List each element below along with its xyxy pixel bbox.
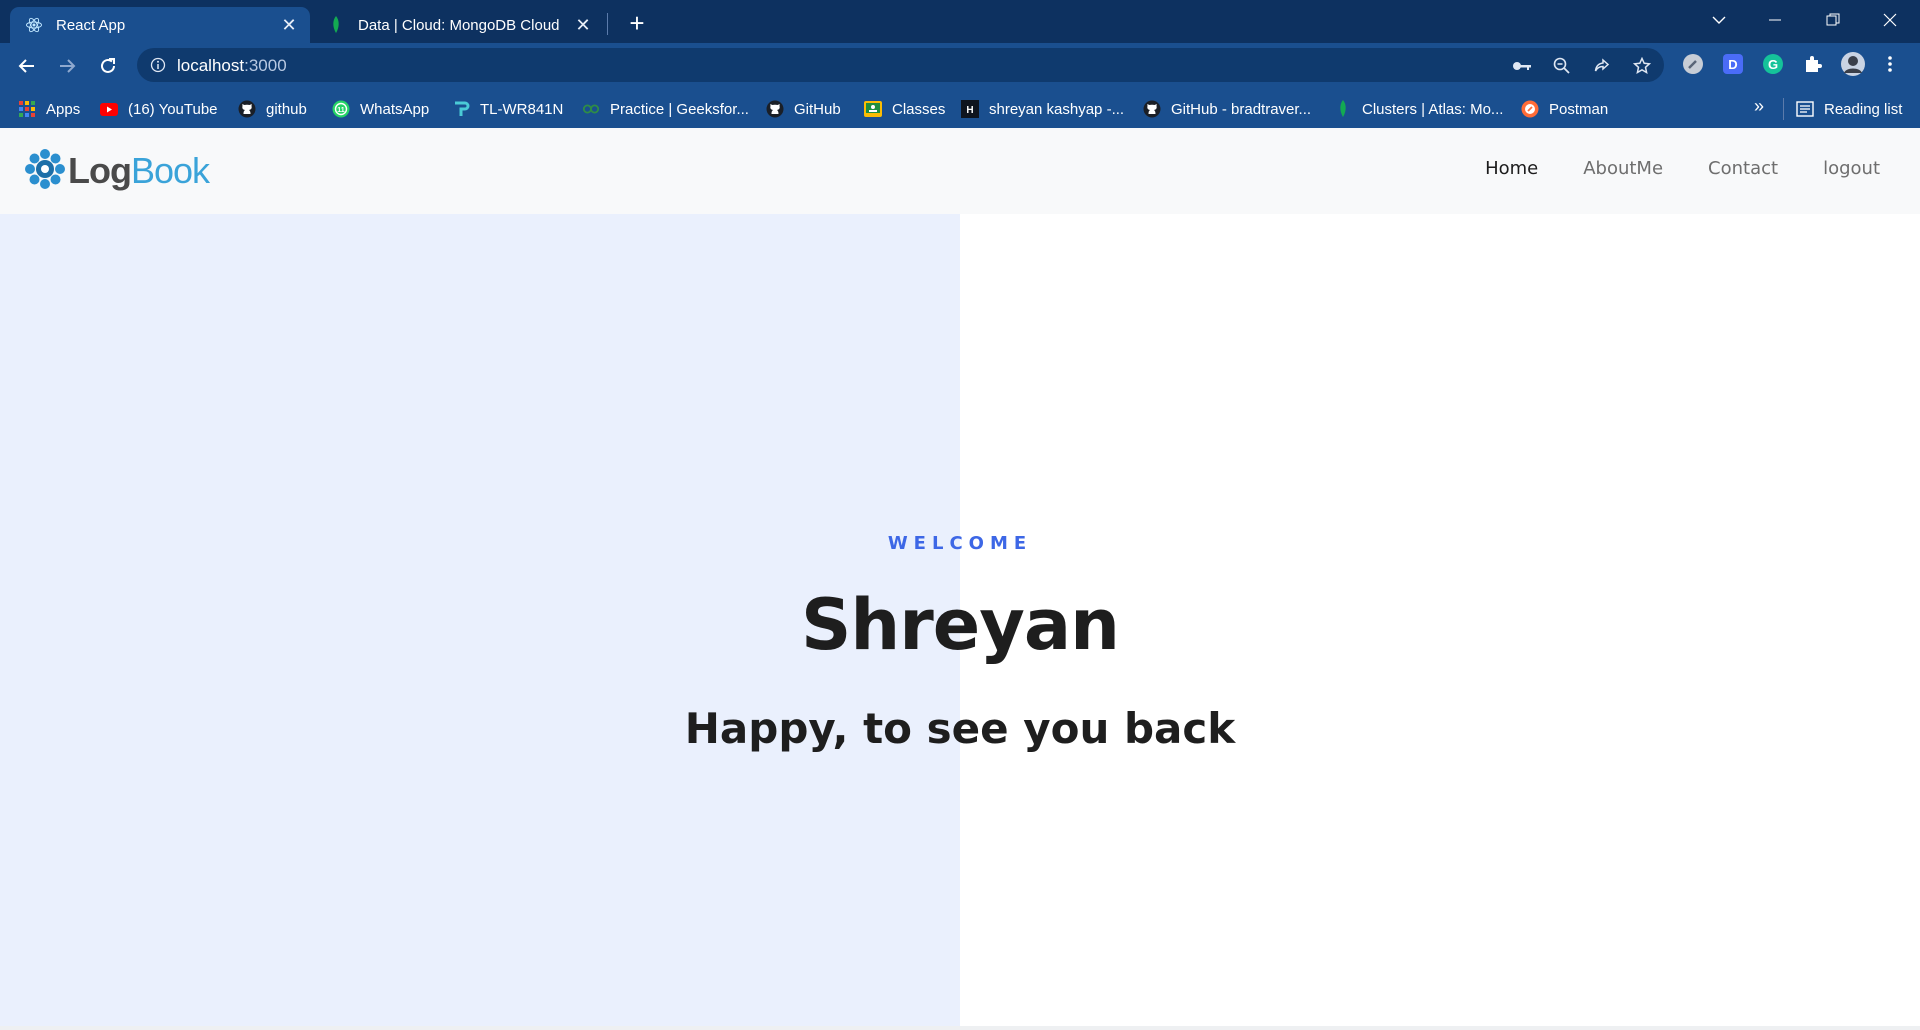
bookmarks-separator [1783, 98, 1784, 120]
bookmark-hackerrank[interactable]: H shreyan kashyap -... [961, 98, 1124, 120]
bookmark-star-icon[interactable] [1630, 54, 1654, 78]
profile-avatar-icon[interactable] [1840, 51, 1866, 77]
reading-list-label: Reading list [1824, 100, 1903, 118]
svg-text:11: 11 [337, 107, 345, 114]
hackerrank-icon: H [961, 100, 979, 118]
bookmark-label: Postman [1549, 100, 1609, 118]
youtube-icon [100, 100, 118, 118]
tab-title: Data | Cloud: MongoDB Cloud [358, 16, 560, 34]
welcome-back-message: Happy, to see you back [684, 704, 1236, 753]
bookmark-label: GitHub - bradtraver... [1171, 100, 1312, 118]
close-window-button[interactable] [1862, 0, 1918, 40]
page-bottom-border [0, 1026, 1920, 1030]
svg-text:G: G [1768, 57, 1778, 72]
tab-mongodb-cloud[interactable]: Data | Cloud: MongoDB Cloud ✕ [312, 7, 604, 43]
tab-react-app[interactable]: React App ✕ [10, 7, 310, 43]
reading-list-icon [1796, 100, 1814, 118]
url-text: localhost:3000 [177, 56, 287, 75]
postman-icon [1521, 100, 1539, 118]
app-navbar: LogBook Home AboutMe Contact logout [0, 128, 1920, 214]
reading-list-button[interactable]: Reading list [1796, 98, 1902, 120]
apps-grid-icon [18, 100, 36, 118]
bookmark-geeksforgeeks[interactable]: Practice | Geeksfor... [582, 98, 749, 120]
tab-title: React App [56, 16, 126, 34]
whatsapp-icon: 11 [332, 100, 350, 118]
bookmark-label: Apps [46, 100, 81, 118]
tab-separator [607, 13, 608, 35]
close-tab-icon[interactable]: ✕ [572, 14, 594, 36]
bookmark-label: Classes [892, 100, 946, 118]
nav-home-link[interactable]: Home [1485, 158, 1538, 179]
back-button[interactable] [12, 51, 42, 81]
bookmark-label: shreyan kashyap -... [989, 100, 1125, 118]
browser-tab-strip: React App ✕ Data | Cloud: MongoDB Cloud … [0, 0, 1920, 43]
bookmark-whatsapp[interactable]: 11 WhatsApp [332, 98, 429, 120]
bookmark-github[interactable]: GitHub [766, 98, 841, 120]
bookmark-postman[interactable]: Postman [1521, 98, 1608, 120]
geeksforgeeks-icon [582, 100, 600, 118]
bookmark-atlas-clusters[interactable]: Clusters | Atlas: Mo... [1334, 98, 1503, 120]
new-tab-button[interactable]: + [622, 8, 652, 38]
restore-window-button[interactable] [1805, 0, 1861, 40]
hero-section: WELCOME Shreyan Happy, to see you back [0, 214, 1920, 1026]
user-name-heading: Shreyan [801, 584, 1120, 666]
bookmark-apps[interactable]: Apps [18, 98, 80, 120]
hero-content: WELCOME Shreyan Happy, to see you back [0, 214, 1920, 1026]
bookmark-label: WhatsApp [360, 100, 430, 118]
github-icon [238, 100, 256, 118]
reload-button[interactable] [93, 51, 123, 81]
bookmark-label: (16) YouTube [128, 100, 218, 118]
forward-button[interactable] [52, 51, 82, 81]
welcome-eyebrow: WELCOME [887, 533, 1033, 554]
mongodb-leaf-icon [1334, 100, 1352, 118]
share-icon[interactable] [1590, 54, 1614, 78]
more-bookmarks-button[interactable]: » [1754, 96, 1764, 117]
bookmark-github-bradtraversy[interactable]: GitHub - bradtraver... [1143, 98, 1311, 120]
nav-aboutme-link[interactable]: AboutMe [1583, 158, 1663, 179]
nav-contact-link[interactable]: Contact [1708, 158, 1778, 179]
mongodb-leaf-icon [326, 15, 346, 35]
bookmark-github-lower[interactable]: github [238, 98, 307, 120]
close-tab-icon[interactable]: ✕ [278, 14, 300, 36]
svg-text:D: D [1728, 57, 1737, 72]
extensions-puzzle-icon[interactable] [1800, 51, 1826, 77]
browser-toolbar: localhost:3000 D G [0, 43, 1920, 88]
bookmark-classes[interactable]: Classes [864, 98, 945, 120]
site-info-icon[interactable] [149, 56, 167, 74]
github-icon [766, 100, 784, 118]
extension-d-icon[interactable]: D [1720, 51, 1746, 77]
nav-logout-link[interactable]: logout [1823, 158, 1880, 179]
bookmark-label: Practice | Geeksfor... [610, 100, 749, 118]
extension-edit-icon[interactable] [1680, 51, 1706, 77]
bookmark-label: Clusters | Atlas: Mo... [1362, 100, 1504, 118]
bookmark-tplink[interactable]: TL-WR841N [452, 98, 563, 120]
main-nav: Home AboutMe Contact logout [1440, 158, 1880, 179]
github-icon [1143, 100, 1161, 118]
logbook-logo-icon [24, 148, 66, 195]
brand-logo[interactable]: LogBook [24, 148, 210, 195]
classroom-icon [864, 100, 882, 118]
bookmarks-bar: Apps (16) YouTube github 11 WhatsApp TL-… [0, 88, 1920, 128]
password-key-icon[interactable] [1510, 54, 1534, 78]
svg-text:H: H [966, 105, 973, 116]
address-bar[interactable]: localhost:3000 [137, 48, 1664, 82]
react-icon [24, 15, 44, 35]
zoom-out-icon[interactable] [1550, 54, 1574, 78]
bookmark-label: GitHub [794, 100, 841, 118]
grammarly-icon[interactable]: G [1760, 51, 1786, 77]
bookmark-youtube[interactable]: (16) YouTube [100, 98, 218, 120]
web-page: LogBook Home AboutMe Contact logout WELC… [0, 128, 1920, 1030]
tab-search-chevron-icon[interactable] [1691, 0, 1747, 40]
bookmark-label: TL-WR841N [480, 100, 564, 118]
minimize-window-button[interactable] [1747, 0, 1803, 40]
brand-name: LogBook [68, 150, 210, 191]
bookmark-label: github [266, 100, 307, 118]
tplink-icon [452, 100, 470, 118]
browser-menu-icon[interactable] [1880, 51, 1900, 77]
